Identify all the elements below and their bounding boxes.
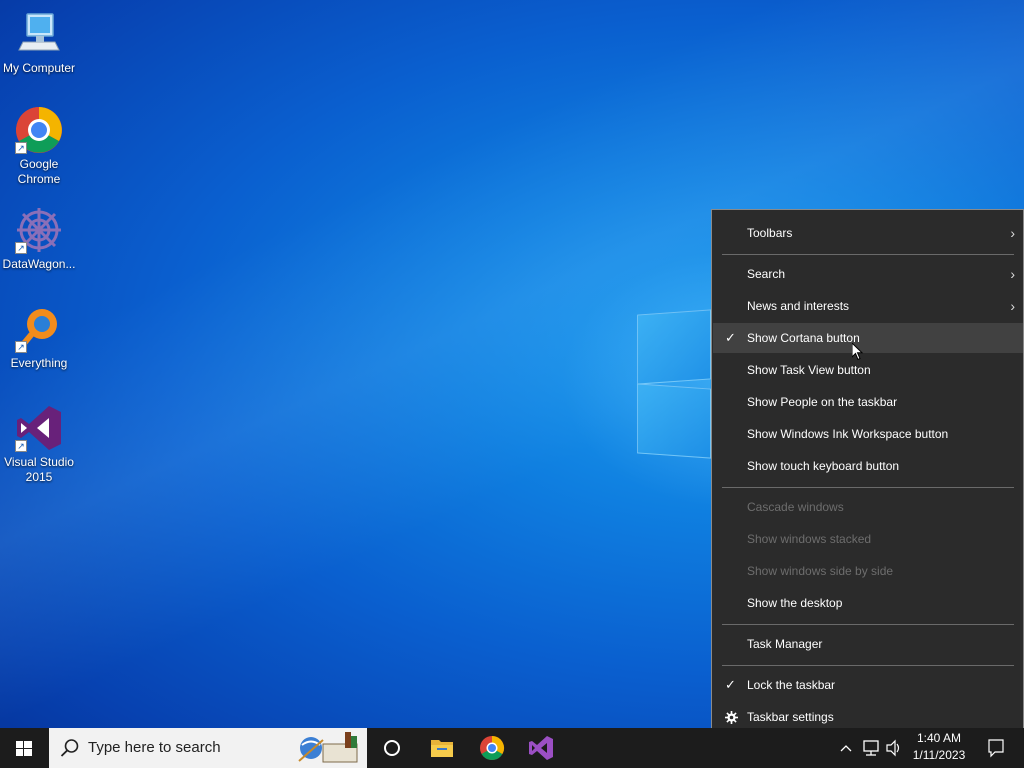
menu-item-cascade-windows: Cascade windows — [713, 492, 1023, 522]
menu-item-label: Lock the taskbar — [747, 678, 836, 692]
desktop-icon-everything[interactable]: ↗ Everything — [2, 305, 76, 371]
clock-date: 1/11/2023 — [912, 748, 966, 762]
menu-item-label: News and interests — [747, 299, 850, 313]
menu-item-label: Show windows side by side — [747, 564, 894, 578]
menu-item-show-the-desktop[interactable]: Show the desktop — [713, 588, 1023, 618]
menu-item-label: Show touch keyboard button — [747, 459, 900, 473]
menu-item-show-windows-stacked: Show windows stacked — [713, 524, 1023, 554]
visual-studio-taskbar-button[interactable] — [517, 728, 565, 768]
clock[interactable]: 1:40 AM 1/11/2023 — [906, 730, 972, 764]
clock-time: 1:40 AM — [916, 731, 962, 745]
desktop-icon-label: My Computer — [2, 61, 76, 75]
menu-item-label: Search — [747, 267, 786, 281]
search-box[interactable]: Type here to search — [49, 728, 367, 768]
file-explorer-button[interactable] — [418, 728, 466, 768]
desktop-icon-my-computer[interactable]: My Computer — [2, 10, 76, 76]
menu-item-show-task-view-button[interactable]: Show Task View button — [713, 355, 1023, 385]
shortcut-arrow-icon: ↗ — [15, 242, 27, 254]
file-explorer-icon — [431, 740, 453, 757]
menu-item-label: Show windows stacked — [747, 532, 872, 546]
checkmark-icon: ✓ — [725, 677, 736, 692]
desktop-icon-chrome[interactable]: ↗ Google Chrome — [2, 106, 76, 187]
menu-item-toolbars[interactable]: Toolbars › — [713, 218, 1023, 248]
wallpaper-logo-pane — [637, 383, 711, 459]
chrome-icon — [480, 736, 505, 761]
desktop-icon-visual-studio[interactable]: ↗ Visual Studio 2015 — [2, 404, 76, 485]
menu-item-task-manager[interactable]: Task Manager — [713, 629, 1023, 659]
network-icon[interactable] — [861, 728, 881, 768]
menu-item-label: Cascade windows — [747, 500, 844, 514]
menu-item-label: Show the desktop — [747, 596, 843, 610]
menu-separator — [722, 624, 1014, 625]
chevron-right-icon: › — [1010, 225, 1015, 241]
computer-icon — [15, 10, 63, 58]
start-button[interactable] — [0, 728, 48, 768]
menu-item-label: Taskbar settings — [747, 710, 834, 724]
chevron-right-icon: › — [1010, 266, 1015, 282]
desktop-icon-datawagon[interactable]: ↗ DataWagon... — [2, 206, 76, 272]
datawagon-icon: ↗ — [15, 206, 63, 254]
taskbar[interactable]: Type here to search 1:40 AM 1/11/2023 — [0, 728, 1024, 768]
menu-separator — [722, 665, 1014, 666]
menu-item-lock-the-taskbar[interactable]: ✓ Lock the taskbar — [713, 670, 1023, 700]
search-icon — [60, 739, 79, 757]
volume-icon[interactable] — [884, 728, 904, 768]
menu-item-label: Show People on the taskbar — [747, 395, 898, 409]
menu-item-label: Task Manager — [747, 637, 823, 651]
menu-item-label: Show Windows Ink Workspace button — [747, 427, 949, 441]
system-tray: 1:40 AM 1/11/2023 — [834, 728, 1024, 768]
search-highlight-icon — [298, 732, 358, 763]
chevron-right-icon: › — [1010, 298, 1015, 314]
menu-item-show-windows-ink[interactable]: Show Windows Ink Workspace button — [713, 419, 1023, 449]
checkmark-icon: ✓ — [725, 330, 736, 345]
chrome-taskbar-button[interactable] — [468, 728, 516, 768]
shortcut-arrow-icon: ↗ — [15, 440, 27, 452]
search-placeholder: Type here to search — [88, 739, 221, 756]
wallpaper-logo-pane — [637, 309, 711, 385]
chrome-icon: ↗ — [15, 106, 63, 154]
desktop-icon-label: Visual Studio 2015 — [4, 455, 74, 484]
menu-item-show-people[interactable]: Show People on the taskbar — [713, 387, 1023, 417]
shortcut-arrow-icon: ↗ — [15, 341, 27, 353]
chevron-up-icon[interactable] — [838, 728, 854, 768]
notifications-icon[interactable] — [984, 728, 1008, 768]
menu-item-show-touch-keyboard[interactable]: Show touch keyboard button — [713, 451, 1023, 481]
everything-icon: ↗ — [15, 305, 63, 353]
shortcut-arrow-icon: ↗ — [15, 142, 27, 154]
desktop-icon-label: Google Chrome — [17, 157, 61, 186]
menu-item-label: Show Cortana button — [747, 331, 860, 345]
menu-item-show-windows-side-by-side: Show windows side by side — [713, 556, 1023, 586]
cortana-button[interactable] — [368, 728, 416, 768]
menu-item-news-and-interests[interactable]: News and interests › — [713, 291, 1023, 321]
cortana-icon — [384, 740, 400, 756]
mouse-cursor-icon — [851, 341, 864, 366]
menu-separator — [722, 254, 1014, 255]
menu-item-label: Toolbars — [747, 226, 793, 240]
visual-studio-icon — [529, 736, 553, 760]
visual-studio-icon: ↗ — [15, 404, 63, 452]
menu-item-search[interactable]: Search › — [713, 259, 1023, 289]
menu-item-show-cortana-button[interactable]: ✓ Show Cortana button — [713, 323, 1023, 353]
windows-logo-icon — [16, 741, 32, 756]
taskbar-context-menu: Toolbars › Search › News and interests ›… — [711, 209, 1024, 742]
desktop-icon-label: DataWagon... — [2, 257, 76, 271]
menu-separator — [722, 487, 1014, 488]
desktop-icon-label: Everything — [10, 356, 68, 370]
